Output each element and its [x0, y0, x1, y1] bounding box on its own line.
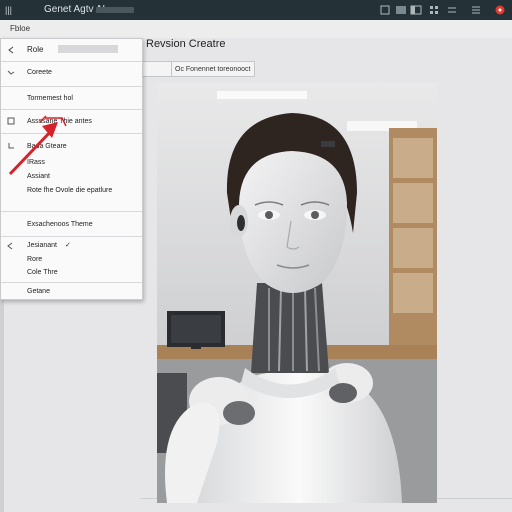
menu-item-label: Getane [27, 288, 50, 295]
menu-item-label: Bada Gteare [27, 143, 67, 150]
divider [1, 282, 142, 283]
menu-item[interactable]: Coreete [1, 65, 142, 81]
menu-item-label: IRass [27, 159, 45, 166]
menu-icon[interactable] [470, 4, 482, 16]
divider [1, 236, 142, 237]
tab-label[interactable]: Fbloe [10, 24, 30, 33]
menu-item-label: Exsachenoos Theme [27, 221, 93, 228]
breadcrumb-right[interactable]: Oc Fonennet toreonooct [172, 66, 254, 73]
app-subtitle-placeholder [96, 7, 134, 13]
panel-icon[interactable] [410, 4, 422, 16]
back-icon [8, 143, 14, 149]
record-icon[interactable] [494, 4, 506, 16]
menu-item-label: Rote fhe Ovole die epatlure [27, 187, 113, 194]
window-icon[interactable] [395, 4, 407, 16]
list-icon[interactable] [446, 4, 458, 16]
menu-item[interactable]: Exsachenoos Theme [1, 219, 142, 233]
role-dropdown-menu[interactable]: Role Coreete Tormemest hol Assssane Thie… [0, 38, 143, 300]
divider [1, 86, 142, 87]
divider [1, 109, 142, 110]
menu-item-label: Rore [27, 256, 43, 263]
divider [1, 133, 142, 134]
menu-item-label: Assiant [27, 173, 50, 180]
menu-item-label: Tormemest hol [27, 95, 73, 102]
grid-icon[interactable]: ||| [5, 5, 15, 15]
menu-item[interactable]: Getane [1, 286, 142, 298]
grid-view-icon[interactable] [428, 4, 440, 16]
menu-item-label: Cole Thre [27, 269, 58, 276]
menu-item[interactable]: Bada Gteare [1, 139, 142, 155]
divider [1, 211, 142, 212]
role-input[interactable] [58, 45, 118, 53]
doc-icon [7, 117, 15, 125]
menu-item[interactable]: Cole Thre [1, 267, 142, 279]
breadcrumb[interactable]: Oc Fonennet toreonooct [140, 61, 255, 77]
menu-item-label: Assssane Thie antes [27, 118, 92, 125]
check-icon: ✓ [65, 242, 71, 249]
menu-item[interactable]: Tormemest hol [1, 91, 142, 107]
robot-illustration [157, 83, 437, 503]
role-label: Role [27, 45, 44, 54]
divider [1, 61, 142, 62]
menu-item[interactable]: Jesianant ✓ [1, 240, 142, 252]
tab-bar: Fbloe [0, 20, 512, 39]
menu-item[interactable]: Assssane Thie antes [1, 114, 142, 130]
menu-item[interactable]: Rote fhe Ovole die epatlure [1, 185, 142, 197]
page-title: Revsion Creatre [146, 38, 226, 50]
app-titlebar: ||| Genet Agtv AI [0, 0, 512, 20]
menu-item[interactable]: Assiant [1, 171, 142, 183]
settings-icon[interactable] [379, 4, 391, 16]
chevron-left-icon[interactable] [8, 46, 14, 54]
chevron-icon [7, 70, 15, 75]
robot-image [157, 83, 437, 503]
menu-item[interactable]: IRass [1, 157, 142, 169]
menu-item-label: Coreete [27, 69, 52, 76]
menu-item-label: Jesianant [27, 242, 57, 249]
chevron-left-icon [7, 242, 13, 250]
role-row[interactable]: Role [1, 39, 142, 61]
menu-item[interactable]: Rore [1, 254, 142, 266]
